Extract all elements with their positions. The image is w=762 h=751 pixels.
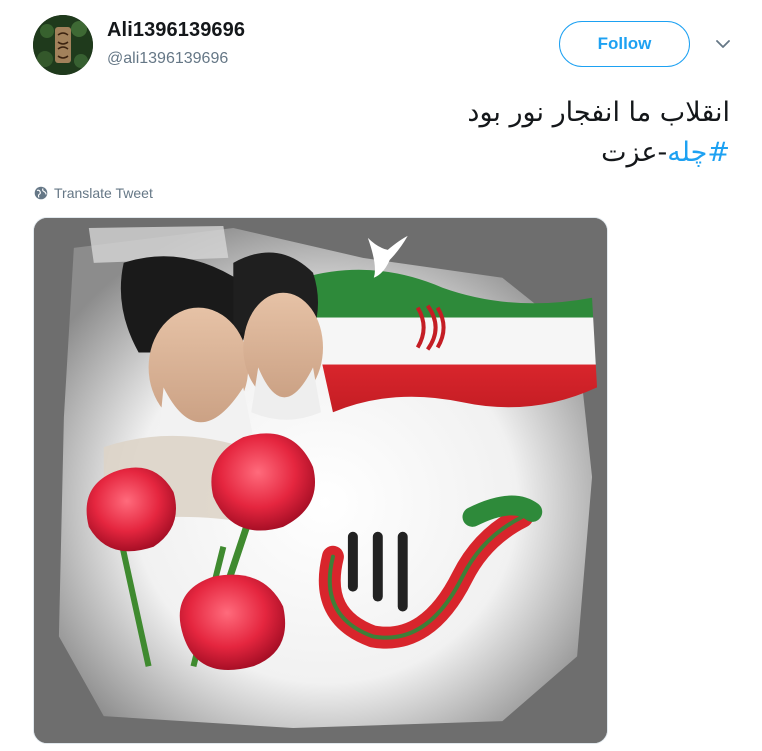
hashtag-link[interactable]: #چله xyxy=(667,137,730,168)
tweet-text: انقلاب ما انفجار نور بود #چله-عزت xyxy=(130,93,730,173)
tweet-image[interactable] xyxy=(33,217,608,744)
follow-button[interactable]: Follow xyxy=(559,21,690,67)
display-name[interactable]: Ali1396139696 xyxy=(107,19,245,42)
globe-icon xyxy=(34,186,48,200)
tweet-text-line2: #چله-عزت xyxy=(130,133,730,173)
tweet-text-suffix: -عزت xyxy=(601,137,668,168)
chevron-down-icon[interactable] xyxy=(713,36,733,52)
translate-tweet-link[interactable]: Translate Tweet xyxy=(34,185,153,201)
username[interactable]: @ali1396139696 xyxy=(107,50,228,68)
avatar[interactable] xyxy=(33,15,93,75)
translate-label: Translate Tweet xyxy=(54,185,153,201)
tweet-text-line1: انقلاب ما انفجار نور بود xyxy=(467,97,730,128)
